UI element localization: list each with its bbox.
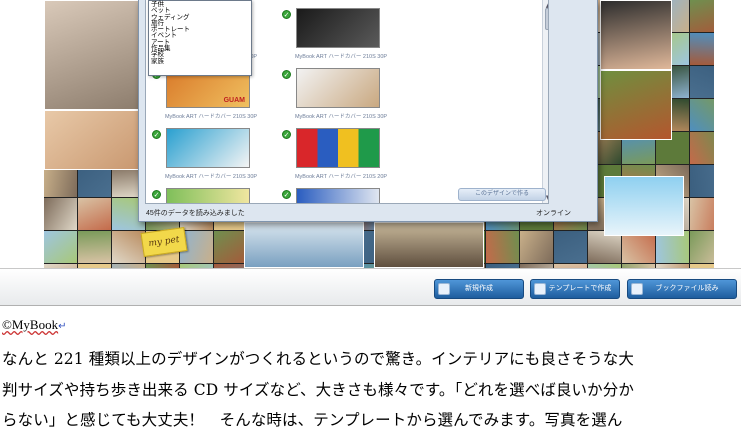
design-caption: MyBook ART ハードカバー 210S 30P — [294, 114, 388, 120]
design-thumbnail-card[interactable]: ✓ — [282, 188, 400, 203]
status-loaded-count: 45件のデータを読み込みました — [146, 210, 245, 217]
status-online: オンライン — [536, 210, 571, 217]
select-check-icon[interactable]: ✓ — [282, 10, 291, 19]
design-caption: MyBook ART ハードカバー 210S 30P — [164, 114, 258, 120]
design-preview-image[interactable] — [166, 188, 250, 203]
mosaic-photo-tile — [690, 132, 714, 164]
design-thumbnail-card[interactable]: ✓GUAMMyBook ART ハードカバー 210S 30P — [152, 68, 270, 122]
create-from-template-button[interactable]: テンプレートで作成 — [530, 279, 620, 299]
design-thumbnail-card[interactable]: ✓ MyBook ART ハードカバー 210S 20P — [282, 128, 400, 182]
select-check-icon[interactable]: ✓ — [152, 190, 161, 199]
mosaic-feature-photo — [244, 222, 364, 268]
select-check-icon[interactable]: ✓ — [152, 130, 161, 139]
load-book-label: ブックファイル読み — [655, 285, 719, 292]
mosaic-feature-photo — [600, 0, 672, 70]
design-caption: MyBook ART ハードカバー 210S 30P — [164, 174, 258, 180]
select-check-icon[interactable]: ✓ — [282, 70, 291, 79]
paragraph-return-icon: ↵ — [58, 321, 67, 332]
sticker-text: my pet — [147, 234, 181, 250]
mosaic-photo-tile — [214, 231, 247, 263]
mosaic-feature-photo — [44, 110, 140, 170]
design-thumbnail-card[interactable]: ✓ MyBook ART ハードカバー 210S 30P — [152, 128, 270, 182]
body-text-line: 判サイズや持ち歩き出来る CD サイズなど、大きさも様々です。「どれを選べば良い… — [2, 381, 634, 399]
mosaic-photo-tile — [690, 66, 714, 98]
template-label: テンプレートで作成 — [548, 285, 612, 292]
mosaic-feature-photo — [374, 222, 484, 268]
mosaic-photo-tile — [44, 198, 77, 230]
select-check-icon[interactable]: ✓ — [282, 130, 291, 139]
mosaic-photo-tile — [690, 165, 714, 197]
mosaic-photo-tile — [486, 231, 519, 263]
design-thumbnail-card[interactable]: ✓ MyBook ART ハードカバー 210S 30P — [282, 68, 400, 122]
mosaic-photo-tile — [690, 0, 714, 32]
design-thumbnail-card[interactable]: ✓ — [152, 188, 270, 203]
mosaic-photo-tile — [44, 231, 77, 263]
mosaic-photo-tile — [520, 231, 553, 263]
image-credit-text: ©MyBook — [2, 317, 59, 332]
mosaic-photo-tile — [690, 198, 714, 230]
mosaic-photo-tile — [690, 231, 714, 263]
preview-overlay-text: GUAM — [223, 97, 245, 104]
body-text-line: らない」と感じても大丈夫！ そんな時は、テンプレートから選んでみます。写真を選ん — [2, 411, 623, 429]
template-icon — [534, 283, 546, 295]
mosaic-photo-tile — [690, 99, 714, 131]
new-book-button[interactable]: 新規作成 — [434, 279, 524, 299]
mosaic-feature-photo — [44, 0, 140, 110]
mosaic-feature-photo — [604, 176, 684, 236]
design-preview-image[interactable] — [296, 8, 380, 48]
design-caption: MyBook ART ハードカバー 210S 30P — [294, 54, 388, 60]
category-item[interactable]: 家族 — [151, 58, 251, 65]
scroll-thumb[interactable] — [545, 8, 548, 30]
design-preview-image[interactable] — [296, 188, 380, 203]
new-book-label: 新規作成 — [465, 285, 493, 292]
design-preview-image[interactable] — [296, 128, 380, 168]
body-text-line: なんと 221 種類以上のデザインがつくれるというので驚き。インテリアにも良さそ… — [2, 350, 634, 368]
load-book-file-button[interactable]: ブックファイル読み — [627, 279, 737, 299]
create-with-this-design-button[interactable]: このデザインで作る — [458, 188, 546, 201]
book-file-icon — [631, 283, 643, 295]
mosaic-photo-tile — [78, 231, 111, 263]
design-preview-image[interactable] — [296, 68, 380, 108]
image-credit: ©MyBook↵ — [2, 317, 67, 333]
category-dropdown-list[interactable]: 子供 ペット ウェディング 旅行 ポートレート イベント アート 作品集 学校 … — [148, 0, 252, 76]
select-check-icon[interactable]: ✓ — [282, 190, 291, 199]
mosaic-feature-photo — [600, 70, 672, 140]
bottom-toolbar: 新規作成 テンプレートで作成 ブックファイル読み — [0, 268, 741, 306]
design-caption: MyBook ART ハードカバー 210S 20P — [294, 174, 388, 180]
design-thumbnail-card[interactable]: ✓ MyBook ART ハードカバー 210S 30P — [282, 8, 400, 62]
mosaic-photo-tile — [554, 231, 587, 263]
mosaic-photo-tile — [78, 198, 111, 230]
design-preview-image[interactable] — [166, 128, 250, 168]
results-scrollbar[interactable]: ▲ ▼ — [542, 0, 548, 203]
new-document-icon — [438, 283, 450, 295]
mosaic-photo-tile — [690, 33, 714, 65]
